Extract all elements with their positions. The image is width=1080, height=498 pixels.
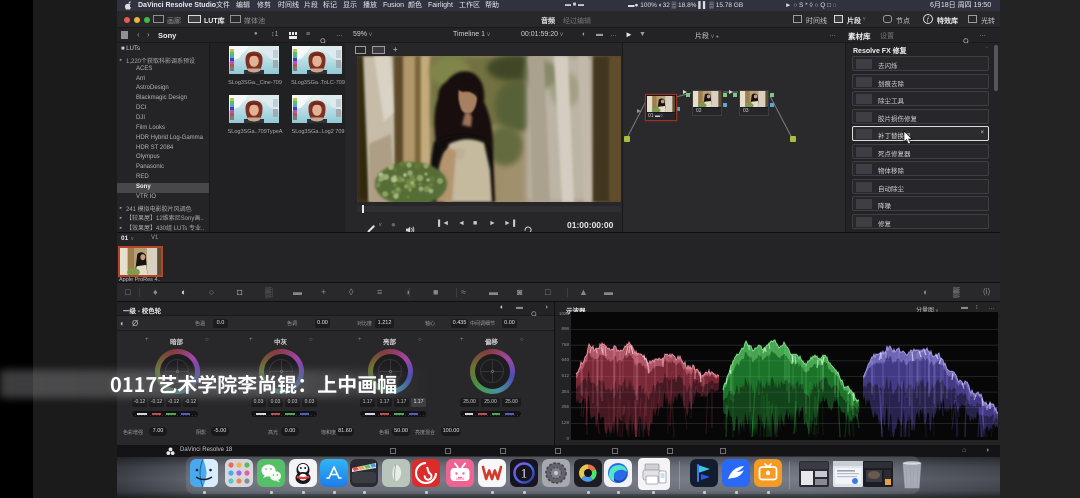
- svg-text:bilibili: bilibili: [456, 477, 465, 481]
- svg-text:1: 1: [521, 466, 528, 481]
